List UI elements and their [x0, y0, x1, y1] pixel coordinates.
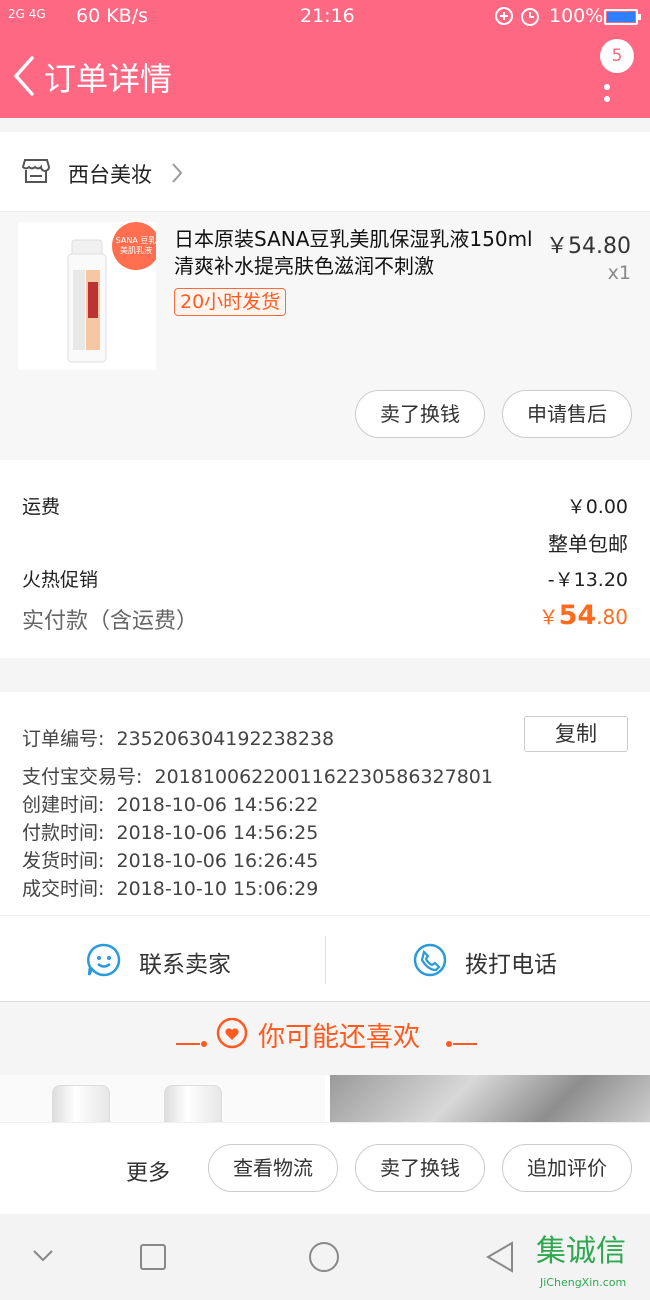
product-bottle-image — [52, 1085, 110, 1123]
completed-time-label: 成交时间: — [22, 878, 105, 900]
back-button[interactable] — [10, 54, 40, 98]
view-logistics-button[interactable]: 查看物流 — [208, 1144, 338, 1192]
completed-time-line: 成交时间: 2018-10-10 15:06:29 — [22, 874, 318, 901]
alarm-icon — [493, 4, 545, 33]
shipping-tag: 20小时发货 — [174, 288, 287, 316]
watermark-logo: 集诚信 JiChengXin.com — [532, 1222, 650, 1300]
total-decimal: .80 — [596, 605, 628, 629]
chevron-left-icon — [14, 56, 34, 96]
shop-name: 西台美妆 — [68, 163, 152, 187]
order-info: 订单编号: 235206304192238238 复制 支付宝交易号: 2018… — [0, 692, 650, 916]
back-triangle-icon[interactable] — [486, 1241, 514, 1277]
add-review-button[interactable]: 追加评价 — [502, 1144, 632, 1192]
promo-value: -￥13.20 — [547, 569, 628, 591]
more-dots-icon — [604, 96, 610, 102]
alipay-trade-value: 2018100622001162230586327801 — [154, 766, 493, 788]
free-shipping-note: 整单包邮 — [548, 532, 628, 556]
home-circle-icon[interactable] — [308, 1241, 340, 1277]
header: 订单详情 — [0, 34, 650, 118]
completed-time-value: 2018-10-10 15:06:29 — [116, 878, 319, 900]
sell-again-button[interactable]: 卖了换钱 — [355, 1144, 485, 1192]
chevron-down-icon[interactable] — [32, 1248, 54, 1267]
total-currency: ￥ — [538, 605, 559, 629]
chevron-right-icon — [170, 162, 184, 188]
heart-icon — [216, 1017, 248, 1053]
copy-button[interactable]: 复制 — [524, 716, 628, 752]
recommend-item-image[interactable] — [330, 1075, 650, 1123]
order-number-value: 235206304192238238 — [116, 728, 335, 750]
call-phone-label: 拨打电话 — [465, 952, 557, 978]
product-bottle-image — [164, 1085, 222, 1123]
created-time-line: 创建时间: 2018-10-06 14:56:22 — [22, 790, 318, 817]
decor-line-left — [176, 1033, 208, 1052]
network-speed: 60 KB/s — [76, 5, 149, 27]
battery-icon — [604, 9, 641, 25]
watermark-url: JiChengXin.com — [540, 1276, 627, 1289]
status-bar: 2G 4G 60 KB/s 21:16 100% — [0, 0, 650, 34]
recommend-list — [0, 1075, 650, 1123]
product-image: SANA 豆乳美肌乳液 — [18, 222, 160, 370]
paid-time-line: 付款时间: 2018-10-06 14:56:25 — [22, 818, 318, 845]
alipay-trade-label: 支付宝交易号: — [22, 766, 143, 788]
created-time-value: 2018-10-06 14:56:22 — [116, 794, 319, 816]
recents-square-icon[interactable] — [140, 1244, 166, 1274]
product-quantity: x1 — [607, 262, 631, 284]
alipay-trade-line: 支付宝交易号: 2018100622001162230586327801 — [22, 762, 493, 789]
shipped-time-line: 发货时间: 2018-10-06 16:26:45 — [22, 846, 318, 873]
decor-line-right — [445, 1033, 477, 1052]
call-phone-button[interactable]: 拨打电话 — [326, 916, 650, 1002]
product-price: ￥54.80 — [546, 234, 631, 259]
product-title[interactable]: 日本原装SANA豆乳美肌保湿乳液150ml 清爽补水提亮肤色滋润不刺激 — [174, 226, 534, 280]
clock: 21:16 — [300, 5, 355, 27]
product-item[interactable]: SANA 豆乳美肌乳液 日本原装SANA豆乳美肌保湿乳液150ml 清爽补水提亮… — [0, 212, 650, 460]
more-dots-icon — [604, 84, 610, 90]
contact-seller-label: 联系卖家 — [139, 952, 231, 978]
shipping-value: ￥0.00 — [566, 496, 628, 518]
more-actions-button[interactable]: 更多 — [126, 1155, 170, 1187]
order-number-label: 订单编号: — [22, 728, 105, 750]
chat-icon — [86, 942, 122, 982]
product-image-label: SANA 豆乳美肌乳液 — [115, 236, 157, 255]
phone-icon — [412, 942, 448, 982]
contact-seller-button[interactable]: 联系卖家 — [0, 916, 325, 1002]
shipping-label: 运费 — [22, 496, 61, 518]
signal-indicator: 2G 4G — [8, 7, 46, 21]
recommend-title: 你可能还喜欢 — [258, 1022, 420, 1053]
shipped-time-label: 发货时间: — [22, 850, 105, 872]
shop-row[interactable]: 西台美妆 — [0, 132, 650, 212]
paid-time-value: 2018-10-06 14:56:25 — [116, 822, 319, 844]
bottom-action-bar: 更多 查看物流 卖了换钱 追加评价 — [0, 1122, 650, 1214]
total-value: ￥54.80 — [539, 600, 628, 631]
recommend-header: 你可能还喜欢 — [0, 1003, 650, 1075]
contact-bar: 联系卖家 拨打电话 — [0, 916, 650, 1002]
store-icon — [21, 158, 51, 188]
after-sale-button[interactable]: 申请售后 — [502, 390, 632, 438]
notification-badge[interactable]: 5 — [600, 39, 634, 73]
promo-label: 火热促销 — [22, 569, 99, 591]
sell-button[interactable]: 卖了换钱 — [355, 390, 485, 438]
total-integer: 54 — [558, 600, 597, 631]
created-time-label: 创建时间: — [22, 794, 105, 816]
shipped-time-value: 2018-10-06 16:26:45 — [116, 850, 319, 872]
recommend-item-image[interactable] — [0, 1075, 325, 1123]
page-title: 订单详情 — [44, 60, 173, 98]
watermark-text: 集诚信 — [536, 1234, 626, 1269]
order-number-line: 订单编号: 235206304192238238 — [22, 724, 334, 751]
fee-summary: 运费 ￥0.00 整单包邮 火热促销 -￥13.20 实付款（含运费） ￥54.… — [0, 460, 650, 658]
total-label: 实付款（含运费） — [22, 609, 199, 634]
paid-time-label: 付款时间: — [22, 822, 105, 844]
battery-level: 100% — [549, 5, 604, 27]
